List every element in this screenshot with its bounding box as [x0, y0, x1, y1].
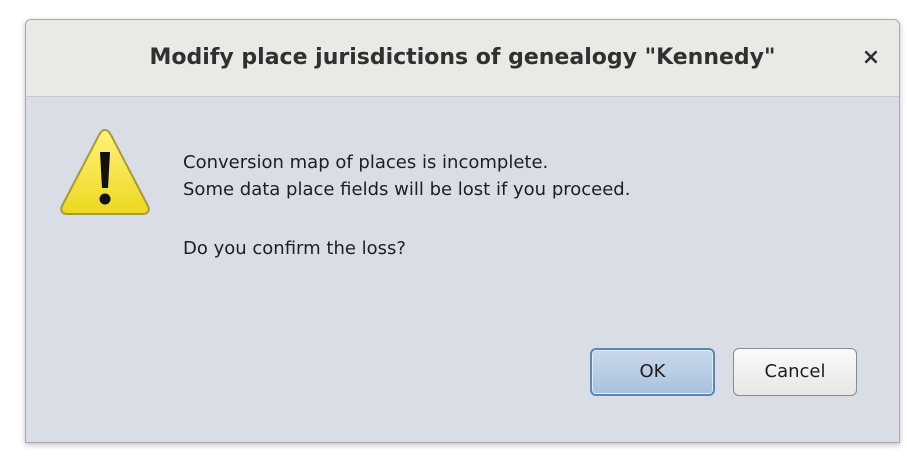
confirm-dialog: Modify place jurisdictions of genealogy … — [25, 19, 900, 443]
warning-icon — [60, 128, 150, 215]
ok-button[interactable]: OK — [590, 348, 715, 396]
message-text: Conversion map of places is incomplete. … — [183, 149, 630, 262]
dialog-title: Modify place jurisdictions of genealogy … — [149, 45, 776, 70]
message-line-2: Some data place fields will be lost if y… — [183, 179, 631, 200]
cancel-button[interactable]: Cancel — [733, 348, 857, 396]
message-line-1: Conversion map of places is incomplete. — [183, 152, 549, 173]
title-bar: Modify place jurisdictions of genealogy … — [26, 20, 899, 97]
close-button[interactable]: × — [857, 44, 885, 72]
confirm-question: Do you confirm the loss? — [183, 238, 406, 259]
